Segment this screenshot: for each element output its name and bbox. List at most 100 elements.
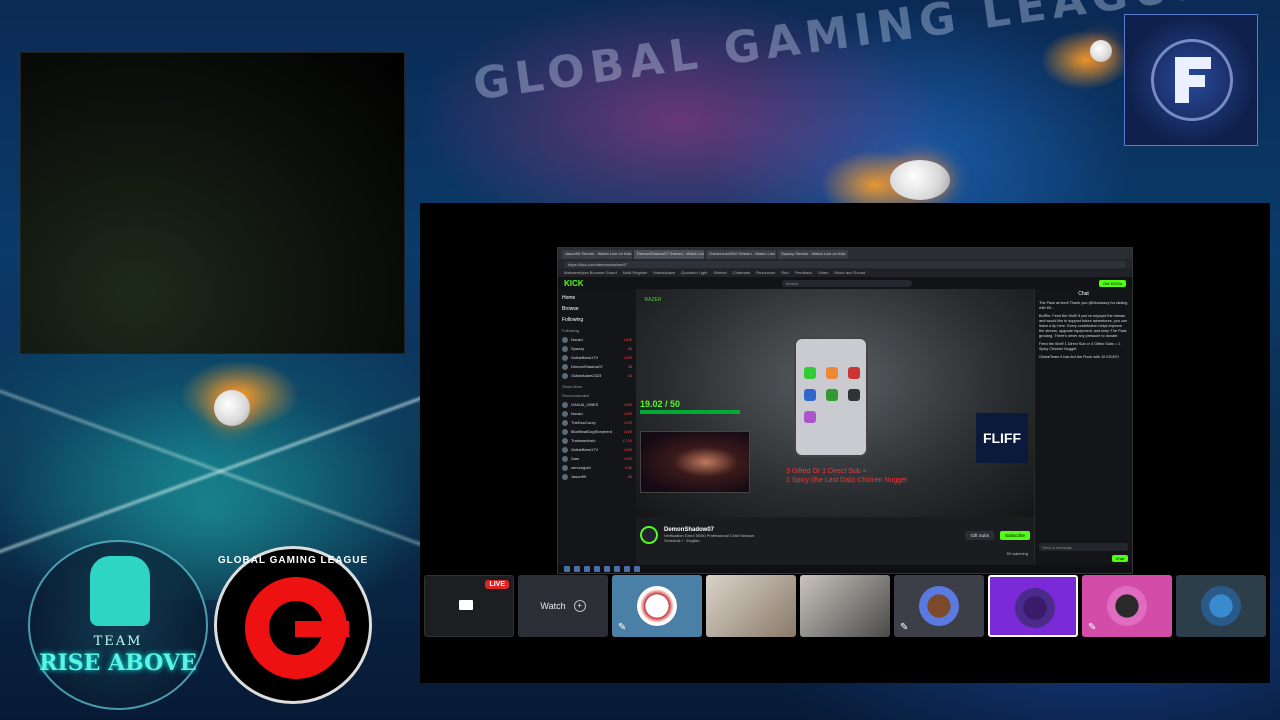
webcam-frame [20, 52, 405, 354]
avatar [562, 419, 568, 426]
streamer-facecam [640, 431, 750, 493]
chat-header: Chat [1078, 291, 1089, 297]
hud-progress-bar [640, 410, 740, 414]
participant-tile[interactable]: ✎ [894, 575, 984, 637]
bookmark[interactable]: Resources [756, 270, 775, 276]
sub-goal-line: 3 Gifted Or 1 Direct Sub = [786, 468, 867, 475]
taskbar-icon[interactable] [574, 566, 580, 572]
stream-category[interactable]: Schedule I · English [664, 538, 754, 543]
language-tag: English [686, 538, 700, 543]
kick-body: Home Browse Following Following Novad LIV… [558, 289, 1132, 565]
channel-status: LIVE [624, 411, 632, 416]
following-channel[interactable]: DemonShadow07 38 [562, 362, 632, 371]
recommended-channel[interactable]: Novad LIVE [562, 409, 632, 418]
taskbar-icon[interactable] [584, 566, 590, 572]
app-icon [848, 367, 860, 379]
browser-tab[interactable]: GuitarLudo2020 Stream - Watch Live on Ki… [706, 250, 776, 259]
bookmark[interactable]: Chatmate [733, 270, 750, 276]
participant-tile[interactable]: ✎ [612, 575, 702, 637]
participant-avatar [919, 586, 959, 626]
recommended-channel[interactable]: GANJA_VIBES LIVE [562, 400, 632, 409]
sub-goal-line: 1 Spicy (the Last Dab) Chicken Nugget [786, 477, 908, 484]
recommended-section-label: Recommended [562, 393, 590, 398]
browser-tab[interactable]: Spazzy Stream - Watch Live on Kick [778, 250, 848, 259]
streamer-info: DemonShadow07 Verification Grind 50/50 P… [636, 521, 1034, 549]
kick-logo[interactable]: KICK [564, 279, 584, 288]
browser-tab[interactable]: Jason99 Stream - Watch Live on Kick [562, 250, 632, 259]
baseball-graphic [214, 390, 250, 426]
bookmark[interactable]: Feedback [795, 270, 813, 276]
address-bar: https://kick.com/demonshadow07 [558, 259, 1132, 269]
taskbar-icon[interactable] [604, 566, 610, 572]
taskbar-icon[interactable] [564, 566, 570, 572]
channel-status: 65 [628, 346, 632, 351]
nav-following[interactable]: Following [562, 317, 632, 323]
fist-icon [90, 556, 150, 626]
participant-tile-speaking[interactable] [988, 575, 1078, 637]
zoom-icon: + [573, 600, 586, 612]
channel-name: GuitarBrew17V [571, 355, 599, 360]
participant-camera-tile[interactable] [800, 575, 890, 637]
browser-tab-active[interactable]: DemonShadow07 Stream - Watch Live on Kic… [634, 250, 704, 259]
gift-subs-button[interactable]: Gift Subs [965, 530, 994, 540]
recommended-channel[interactable]: Trainwreckstv 17.1K [562, 436, 632, 445]
recommended-channel[interactable]: BlueBeatDogShepherd LIVE [562, 427, 632, 436]
recommended-channel[interactable]: Sam LIVE [562, 454, 632, 463]
channel-name: Trainwreckstv [571, 438, 596, 443]
get-kicks-button[interactable]: Get KICKs [1099, 279, 1126, 287]
recommended-channel[interactable]: GuitarBrew17V LIVE [562, 445, 632, 454]
kick-sidebar: Home Browse Following Following Novad LIV… [558, 289, 636, 565]
mic-muted-icon: ✎ [1088, 622, 1097, 633]
bookmark[interactable]: Video [818, 270, 828, 276]
url-input[interactable]: https://kick.com/demonshadow07 [564, 260, 1126, 268]
channel-name: DemonShadow07 [571, 364, 603, 369]
participant-avatar [1201, 586, 1241, 626]
channel-status: LIVE [624, 456, 632, 461]
bookmark[interactable]: Music and Sound [834, 270, 865, 276]
bookmark[interactable]: Malwarebytes Browser Guard [564, 270, 617, 276]
nav-browse[interactable]: Browse [562, 306, 632, 312]
participant-tile[interactable]: ✎ [1082, 575, 1172, 637]
taskbar-icon[interactable] [614, 566, 620, 572]
stream-video[interactable]: RAZER 19.02 / 50 3 Gifted Or 1 Direct Su… [636, 289, 1034, 517]
self-share-tile[interactable]: LIVE [424, 575, 514, 637]
participant-camera-tile[interactable] [706, 575, 796, 637]
recommended-channel[interactable]: zerocegold 4.0K [562, 463, 632, 472]
watch-tile[interactable]: Watch + [518, 575, 608, 637]
channel-logo [1124, 14, 1258, 146]
chat-send-button[interactable]: Chat [1111, 555, 1128, 562]
taskbar-icon[interactable] [634, 566, 640, 572]
taskbar-icon[interactable] [624, 566, 630, 572]
category-label: Schedule I [664, 538, 683, 543]
recommended-channel[interactable]: Jason99 54 [562, 472, 632, 481]
channel-status: LIVE [624, 447, 632, 452]
bookmark[interactable]: Rad [781, 270, 788, 276]
following-channel[interactable]: GuitarAdam2323 45 [562, 371, 632, 380]
following-channel[interactable]: Spazzy 65 [562, 344, 632, 353]
os-taskbar [558, 565, 1132, 573]
channel-status: 4.0K [624, 465, 632, 470]
bookmark[interactable]: Quantum Light [681, 270, 707, 276]
bookmark[interactable]: Multi-Register [623, 270, 648, 276]
chat-input[interactable]: Send a message [1039, 543, 1128, 551]
avatar [562, 428, 568, 435]
bookmark[interactable]: Marketplace [653, 270, 675, 276]
baseball-graphic [890, 160, 950, 200]
channel-status: 38 [628, 364, 632, 369]
following-channel[interactable]: GuitarBrew17V LIVE [562, 353, 632, 362]
streamer-avatar[interactable] [640, 526, 658, 544]
show-more-link[interactable]: Show More [562, 384, 632, 389]
browser-tab-bar: Jason99 Stream - Watch Live on Kick Demo… [558, 248, 1132, 259]
participant-tile[interactable] [1176, 575, 1266, 637]
subscribe-button[interactable]: Subscribe [999, 530, 1030, 540]
recommended-channel[interactable]: TheDocCorey LIVE [562, 418, 632, 427]
taskbar-icon[interactable] [594, 566, 600, 572]
following-channel[interactable]: Novad LIVE [562, 335, 632, 344]
channel-name: GuitarBrew17V [571, 447, 599, 452]
viewer-count: 50 watching [1006, 551, 1028, 556]
kick-search-input[interactable]: Search [781, 279, 912, 287]
nav-home[interactable]: Home [562, 295, 632, 301]
following-section-label: Following [562, 328, 579, 333]
bookmark[interactable]: Skinbet [713, 270, 726, 276]
avatar [562, 410, 568, 417]
